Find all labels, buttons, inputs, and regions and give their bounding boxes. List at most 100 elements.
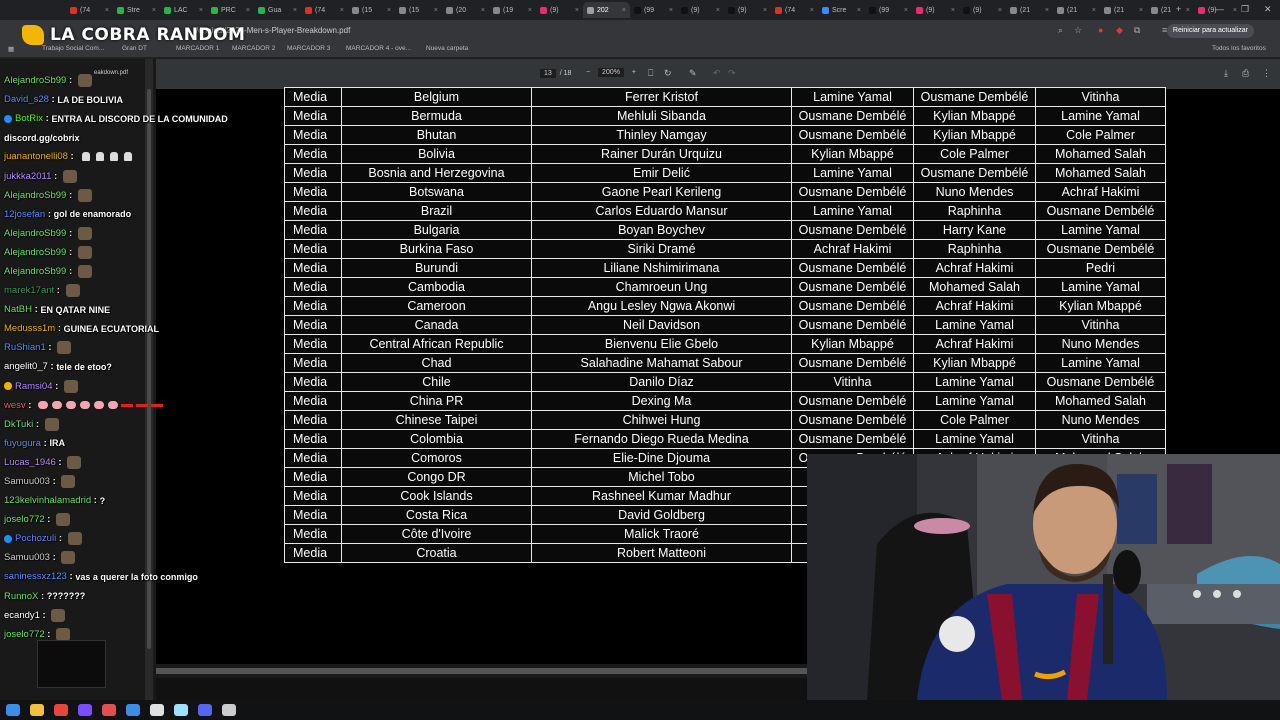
- chat-username[interactable]: 123kelvinhalamadrid: [4, 495, 91, 506]
- browser-tab[interactable]: (99 ×: [865, 2, 912, 18]
- tab-close-icon[interactable]: ×: [481, 7, 485, 14]
- tab-close-icon[interactable]: ×: [246, 7, 250, 14]
- browser-tab[interactable]: (9) ×: [912, 2, 959, 18]
- all-bookmarks[interactable]: Todos los favoritos: [1212, 45, 1266, 52]
- chat-username[interactable]: Lucas_1946: [4, 457, 56, 468]
- tab-close-icon[interactable]: ×: [387, 7, 391, 14]
- tab-close-icon[interactable]: ×: [1045, 7, 1049, 14]
- app-icon[interactable]: [222, 704, 236, 716]
- scrollbar-thumb[interactable]: [156, 668, 807, 674]
- windows-icon[interactable]: [6, 704, 20, 716]
- browser-tab[interactable]: (74 ×: [771, 2, 818, 18]
- chat-username[interactable]: BotRix: [15, 113, 43, 124]
- app-icon[interactable]: [174, 704, 188, 716]
- tab-close-icon[interactable]: ×: [1139, 7, 1143, 14]
- browser-tab[interactable]: (15 ×: [348, 2, 395, 18]
- chat-username[interactable]: AlejandroSb99: [4, 247, 66, 258]
- browser-tab[interactable]: (15 ×: [395, 2, 442, 18]
- chat-username[interactable]: angelit0_7: [4, 361, 48, 372]
- tab-close-icon[interactable]: ×: [904, 7, 908, 14]
- chat-username[interactable]: Samuu003: [4, 552, 50, 563]
- tab-close-icon[interactable]: ×: [669, 7, 673, 14]
- app-icon[interactable]: [126, 704, 140, 716]
- browser-tab[interactable]: Gua ×: [254, 2, 301, 18]
- zoom-in-button[interactable]: +: [632, 69, 636, 76]
- update-button[interactable]: Reiniciar para actualizar: [1166, 24, 1254, 38]
- tab-close-icon[interactable]: ×: [622, 7, 626, 14]
- browser-tab[interactable]: (74 ×: [66, 2, 113, 18]
- chat-username[interactable]: joselo772: [4, 629, 45, 640]
- tab-close-icon[interactable]: ×: [810, 7, 814, 14]
- chat-username[interactable]: RuShian1: [4, 342, 46, 353]
- annotate-icon[interactable]: ✎: [689, 68, 697, 79]
- close-window-icon[interactable]: ✕: [1264, 4, 1272, 15]
- tab-close-icon[interactable]: ×: [763, 7, 767, 14]
- zoom-out-button[interactable]: −: [586, 69, 590, 76]
- extensions-icon[interactable]: ⧉: [1134, 25, 1140, 36]
- tab-close-icon[interactable]: ×: [293, 7, 297, 14]
- chat-username[interactable]: juanantonelli08: [4, 151, 68, 162]
- zoom-level[interactable]: 200%: [598, 68, 624, 77]
- tab-close-icon[interactable]: ×: [105, 7, 109, 14]
- tab-close-icon[interactable]: ×: [434, 7, 438, 14]
- browser-tab[interactable]: LAC ×: [160, 2, 207, 18]
- chat-username[interactable]: RunnoX: [4, 591, 38, 602]
- page-number-input[interactable]: 13: [540, 69, 556, 78]
- tab-close-icon[interactable]: ×: [152, 7, 156, 14]
- chat-username[interactable]: fuyugura: [4, 438, 41, 449]
- tab-close-icon[interactable]: ×: [998, 7, 1002, 14]
- extension-icon[interactable]: ◆: [1116, 25, 1123, 36]
- chat-username[interactable]: 12josefan: [4, 209, 45, 220]
- minimize-icon[interactable]: —: [1215, 4, 1224, 14]
- download-icon[interactable]: ⤓: [1224, 68, 1228, 79]
- chat-username[interactable]: saninessxz123: [4, 571, 67, 582]
- app-icon[interactable]: [150, 704, 164, 716]
- chat-username[interactable]: Medusss1m: [4, 323, 55, 334]
- browser-tab[interactable]: (99 ×: [630, 2, 677, 18]
- browser-tab[interactable]: 202 ×: [583, 2, 630, 18]
- chat-username[interactable]: David_s28: [4, 94, 49, 105]
- extension-icon[interactable]: ●: [1098, 25, 1103, 35]
- tab-close-icon[interactable]: ×: [716, 7, 720, 14]
- chat-username[interactable]: ecandy1: [4, 610, 40, 621]
- browser-tab[interactable]: (9) ×: [536, 2, 583, 18]
- tab-close-icon[interactable]: ×: [340, 7, 344, 14]
- chat-username[interactable]: joselo772: [4, 514, 45, 525]
- tab-close-icon[interactable]: ×: [857, 7, 861, 14]
- star-icon[interactable]: ☆: [1074, 25, 1082, 36]
- browser-tab[interactable]: (9) ×: [724, 2, 771, 18]
- chat-username[interactable]: AlejandroSb99: [4, 266, 66, 277]
- browser-tab[interactable]: PRC ×: [207, 2, 254, 18]
- print-icon[interactable]: ⎙: [1242, 68, 1249, 79]
- browser-tab[interactable]: (9) ×: [677, 2, 724, 18]
- bookmark-item[interactable]: MARCADOR 4 - ove...: [346, 45, 411, 52]
- browser-tab[interactable]: (19 ×: [489, 2, 536, 18]
- chat-username[interactable]: marek17ant: [4, 285, 54, 296]
- browser-tab[interactable]: Stre ×: [113, 2, 160, 18]
- browser-tab[interactable]: (21 ×: [1006, 2, 1053, 18]
- tab-close-icon[interactable]: ×: [1186, 7, 1190, 14]
- browser-tab[interactable]: (21 ×: [1147, 2, 1194, 18]
- chat-username[interactable]: AlejandroSb99: [4, 190, 66, 201]
- bookmark-item[interactable]: MARCADOR 3: [287, 45, 330, 52]
- browser-tab[interactable]: (9) ×: [959, 2, 1006, 18]
- chat-username[interactable]: jukkka2011: [4, 171, 51, 182]
- horizontal-scrollbar[interactable]: [156, 664, 807, 678]
- tab-close-icon[interactable]: ×: [528, 7, 532, 14]
- browser-tab[interactable]: (21 ×: [1100, 2, 1147, 18]
- chrome-icon[interactable]: [54, 704, 68, 716]
- undo-icon[interactable]: ↶: [713, 68, 721, 79]
- chat-username[interactable]: Ramsi04: [15, 381, 53, 392]
- fit-page-icon[interactable]: ⎕: [648, 68, 653, 79]
- browser-tab[interactable]: (20 ×: [442, 2, 489, 18]
- tab-close-icon[interactable]: ×: [1233, 7, 1237, 14]
- rotate-icon[interactable]: ↻: [664, 68, 672, 79]
- app-icon[interactable]: [198, 704, 212, 716]
- tab-close-icon[interactable]: ×: [1092, 7, 1096, 14]
- tab-close-icon[interactable]: ×: [575, 7, 579, 14]
- more-icon[interactable]: ⋮: [1262, 68, 1271, 79]
- chat-username[interactable]: AlejandroSb99: [4, 75, 66, 86]
- chat-username[interactable]: NatBH: [4, 304, 32, 315]
- tab-close-icon[interactable]: ×: [199, 7, 203, 14]
- chat-username[interactable]: DkTuki: [4, 419, 33, 430]
